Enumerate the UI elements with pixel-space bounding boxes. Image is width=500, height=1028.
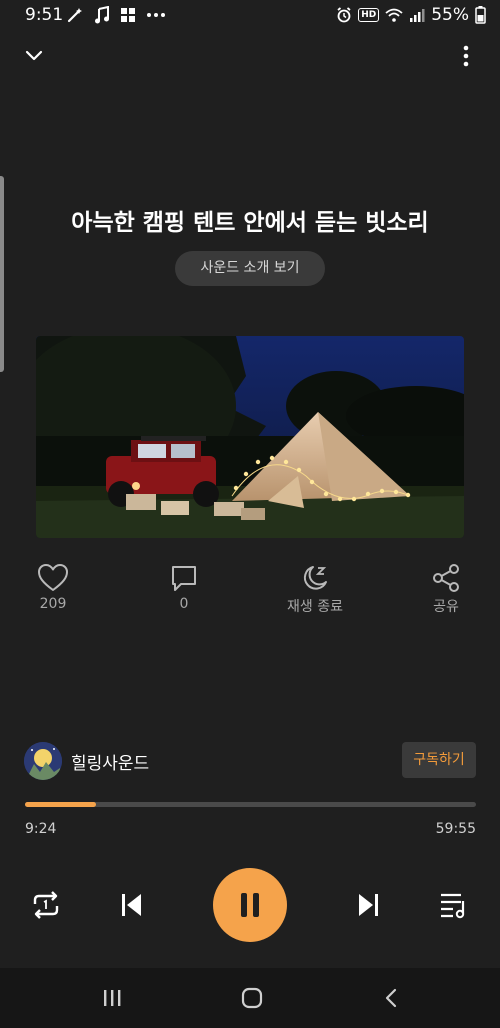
like-button[interactable]: 209	[18, 563, 88, 612]
track-cover-image	[36, 336, 464, 538]
music-note-icon	[95, 6, 109, 24]
repeat-button[interactable]	[28, 888, 64, 922]
signal-icon	[410, 9, 425, 22]
like-count: 209	[39, 596, 67, 612]
comment-count: 0	[179, 596, 189, 612]
track-title: 아늑한 캠핑 텐트 안에서 듣는 빗소리	[71, 210, 429, 236]
status-left-icons	[66, 6, 166, 24]
pause-icon	[241, 893, 259, 917]
wand-icon	[67, 8, 82, 23]
pause-button[interactable]	[213, 868, 287, 942]
wifi-icon	[385, 8, 403, 22]
more-icon	[147, 13, 165, 17]
progress-bar[interactable]	[25, 802, 476, 807]
elapsed-time: 9:24	[25, 821, 57, 837]
sleep-moon-icon	[303, 566, 327, 590]
recent-apps-icon	[104, 990, 121, 1006]
home-icon	[241, 987, 263, 1009]
back-icon	[385, 988, 397, 1008]
previous-button[interactable]	[114, 888, 148, 922]
app-grid-icon	[121, 8, 135, 22]
alarm-icon	[337, 7, 351, 23]
author-name[interactable]: 힐링사운드	[71, 749, 149, 774]
subscribe-button[interactable]: 구독하기	[402, 742, 476, 778]
back-button[interactable]	[380, 986, 404, 1010]
home-button[interactable]	[240, 986, 264, 1010]
status-time: 9:51	[25, 5, 64, 25]
hd-icon: HD	[358, 8, 380, 22]
author-avatar[interactable]	[24, 742, 62, 780]
battery-icon	[475, 6, 486, 24]
playlist-icon	[441, 893, 465, 919]
collapse-button[interactable]	[22, 44, 46, 68]
more-vertical-icon	[463, 45, 469, 67]
sound-intro-button[interactable]: 사운드 소개 보기	[175, 251, 325, 286]
recent-apps-button[interactable]	[100, 986, 124, 1010]
sleep-timer-label: 재생 종료	[287, 599, 343, 615]
share-button[interactable]: 공유	[411, 563, 481, 616]
repeat-icon	[33, 891, 59, 919]
previous-icon	[122, 894, 141, 916]
comment-button[interactable]: 0	[149, 563, 219, 612]
more-menu-button[interactable]	[456, 44, 476, 68]
next-icon	[359, 894, 378, 916]
battery-percent: 55%	[431, 5, 469, 25]
sleep-timer-button[interactable]: 재생 종료	[280, 563, 350, 616]
system-nav-bar	[0, 968, 500, 1028]
comment-icon	[172, 566, 196, 591]
share-icon	[433, 564, 459, 592]
next-button[interactable]	[352, 888, 386, 922]
share-label: 공유	[433, 599, 459, 615]
chevron-down-icon	[25, 50, 43, 61]
heart-icon	[38, 564, 68, 591]
status-right: HD 55%	[336, 5, 486, 25]
progress-fill	[25, 802, 96, 807]
playlist-button[interactable]	[436, 888, 472, 922]
total-time: 59:55	[435, 821, 476, 837]
status-bar: 9:51 HD 55%	[0, 0, 500, 32]
